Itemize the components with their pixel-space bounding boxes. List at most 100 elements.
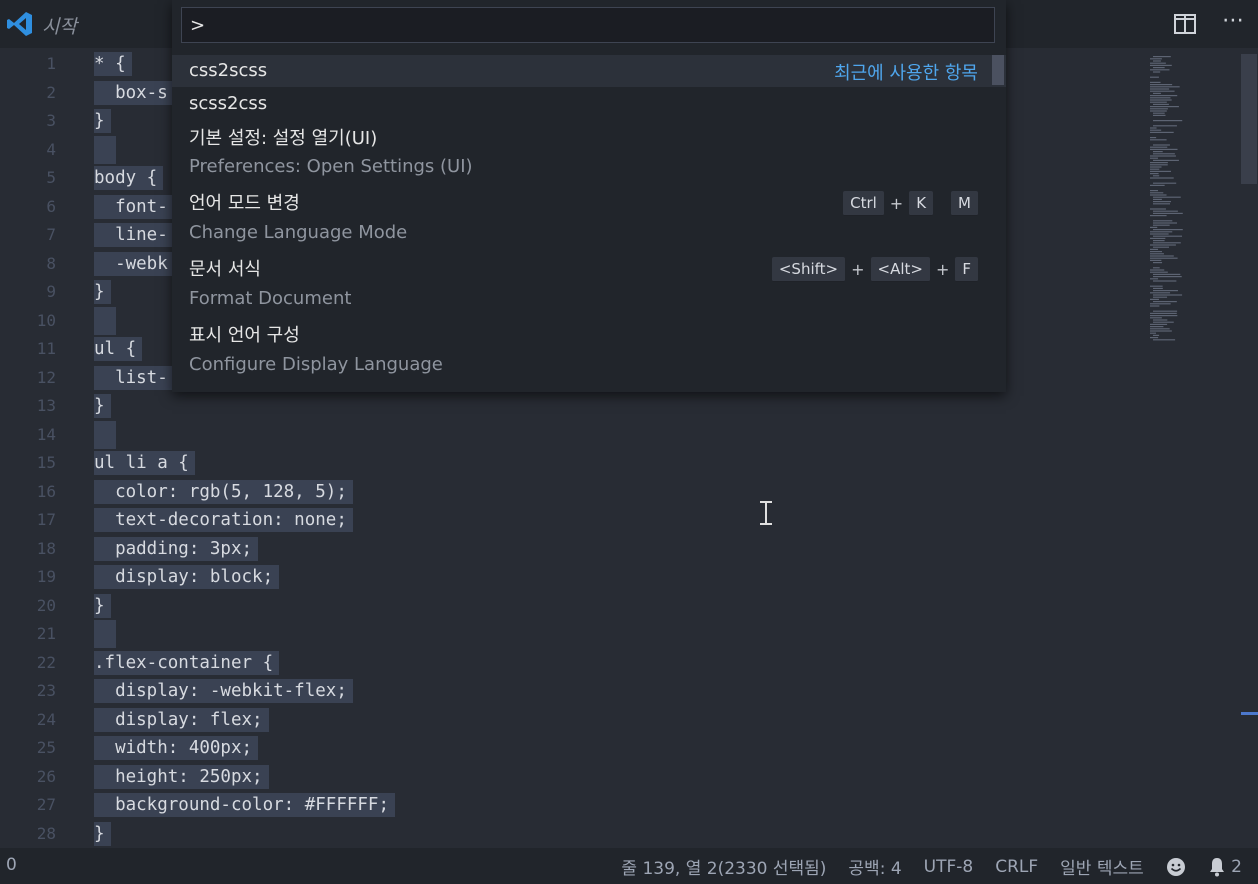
minimap-line bbox=[1150, 332, 1157, 334]
palette-item-open-settings[interactable]: 기본 설정: 설정 열기(UI) Preferences: Open Setti… bbox=[172, 121, 1006, 183]
code-line-text: display: -webkit-flex; bbox=[94, 679, 353, 703]
code-line[interactable]: padding: 3px; bbox=[94, 535, 1134, 564]
minimap-line bbox=[1150, 148, 1178, 150]
minimap-line bbox=[1150, 177, 1174, 179]
minimap-line bbox=[1150, 139, 1167, 141]
code-line[interactable]: display: -webkit-flex; bbox=[94, 677, 1134, 706]
code-line[interactable]: } bbox=[94, 820, 1134, 849]
minimap-line bbox=[1150, 173, 1159, 175]
minimap-line bbox=[1150, 58, 1162, 60]
minimap-line bbox=[1150, 69, 1170, 71]
code-line[interactable]: height: 250px; bbox=[94, 763, 1134, 792]
status-encoding[interactable]: UTF-8 bbox=[924, 857, 974, 877]
minimap-line bbox=[1153, 296, 1168, 298]
palette-item-configure-display-language[interactable]: 표시 언어 구성 Configure Display Language bbox=[172, 318, 1006, 382]
minimap-line bbox=[1153, 240, 1165, 242]
line-number: 20 bbox=[36, 595, 56, 615]
minimap-line bbox=[1153, 242, 1181, 244]
minimap-line bbox=[1153, 224, 1170, 226]
palette-item-format-document[interactable]: 문서 서식 Format Document <Shift> + <Alt> + … bbox=[172, 252, 1006, 316]
key-cap: F bbox=[955, 257, 978, 282]
palette-item-change-language-mode[interactable]: 언어 모드 변경 Change Language Mode Ctrl + K M bbox=[172, 186, 1006, 250]
status-problems-count[interactable]: 0 bbox=[6, 855, 17, 875]
code-line-text: -webk bbox=[94, 251, 174, 276]
minimap-line bbox=[1150, 64, 1172, 66]
code-line[interactable] bbox=[94, 620, 1134, 649]
minimap-line bbox=[1150, 162, 1168, 164]
code-line[interactable]: } bbox=[94, 592, 1134, 621]
minimap-line bbox=[1153, 144, 1170, 146]
split-editor-icon[interactable] bbox=[1174, 14, 1196, 34]
status-cursor-position[interactable]: 줄 139, 열 2(2330 선택됨) bbox=[621, 854, 826, 879]
code-line-text: padding: 3px; bbox=[94, 536, 259, 561]
notification-count: 2 bbox=[1231, 856, 1242, 877]
minimap-line bbox=[1153, 273, 1181, 275]
minimap-line bbox=[1150, 170, 1171, 172]
minimap-line bbox=[1153, 334, 1160, 336]
code-line[interactable]: text-decoration: none; bbox=[94, 506, 1134, 535]
palette-item-label: 기본 설정: 설정 열기(UI) bbox=[189, 128, 378, 149]
minimap-line bbox=[1150, 330, 1172, 332]
command-palette-input[interactable] bbox=[181, 7, 995, 43]
palette-item-label: 문서 서식 bbox=[189, 259, 261, 280]
code-line[interactable]: width: 400px; bbox=[94, 734, 1134, 763]
editor-scrollbar-thumb[interactable] bbox=[1241, 54, 1257, 184]
code-line-text: } bbox=[94, 593, 111, 618]
code-line[interactable]: color: rgb(5, 128, 5); bbox=[94, 478, 1134, 507]
key-cap: <Shift> bbox=[771, 257, 846, 282]
minimap-line bbox=[1153, 220, 1173, 222]
minimap-line bbox=[1150, 315, 1178, 317]
minimap-line bbox=[1150, 253, 1164, 255]
minimap-line bbox=[1153, 56, 1171, 58]
code-line[interactable]: display: flex; bbox=[94, 706, 1134, 735]
line-number-gutter: 1 2 3 4 5 6 7 8 9 10 11 12 13 14 15 16 17 18 19 20 21 22 23 24 2… bbox=[0, 50, 70, 848]
minimap-line bbox=[1153, 71, 1161, 73]
status-eol[interactable]: CRLF bbox=[995, 857, 1038, 877]
code-line[interactable]: .flex-container { bbox=[94, 649, 1134, 678]
code-line[interactable]: background-color: #FFFFFF; bbox=[94, 791, 1134, 820]
palette-scrollbar-thumb[interactable] bbox=[992, 55, 1004, 85]
minimap-line bbox=[1150, 97, 1171, 99]
minimap-line bbox=[1150, 269, 1165, 271]
minimap-line bbox=[1153, 235, 1183, 237]
status-language-mode[interactable]: 일반 텍스트 bbox=[1060, 854, 1144, 879]
more-actions-icon[interactable]: ⋯ bbox=[1222, 8, 1245, 33]
code-line[interactable]: display: block; bbox=[94, 563, 1134, 592]
status-indentation[interactable]: 공백: 4 bbox=[848, 854, 901, 879]
minimap-line bbox=[1153, 175, 1160, 177]
minimap-line bbox=[1150, 257, 1178, 259]
palette-item-label: 표시 언어 구성 bbox=[189, 325, 300, 346]
line-number: 5 bbox=[46, 168, 56, 187]
minimap-line bbox=[1150, 244, 1176, 246]
palette-item-sublabel: Format Document bbox=[189, 288, 352, 309]
feedback-smiley-icon[interactable] bbox=[1166, 857, 1186, 877]
minimap-line bbox=[1153, 267, 1160, 269]
keybinding: <Shift> + <Alt> + F bbox=[771, 257, 978, 282]
minimap-line bbox=[1150, 99, 1172, 101]
editor-tab-title[interactable]: 시작 bbox=[42, 12, 77, 39]
palette-item-scss2css[interactable]: scss2css bbox=[172, 88, 1006, 120]
minimap-line bbox=[1150, 285, 1163, 287]
minimap-line bbox=[1150, 168, 1160, 170]
code-line[interactable]: ul li a { bbox=[94, 449, 1134, 478]
selection-highlight bbox=[94, 306, 116, 335]
line-number: 8 bbox=[46, 253, 56, 273]
minimap-line bbox=[1153, 212, 1183, 214]
status-notifications[interactable]: 2 bbox=[1208, 857, 1242, 877]
minimap-line bbox=[1150, 194, 1167, 196]
minimap-line bbox=[1150, 323, 1168, 325]
line-number: 2 bbox=[46, 82, 56, 102]
recently-used-badge: 최근에 사용한 항목 bbox=[834, 63, 978, 84]
code-line[interactable]: } bbox=[94, 392, 1134, 421]
minimap[interactable] bbox=[1148, 56, 1238, 346]
minimap-line bbox=[1150, 108, 1168, 110]
line-number: 7 bbox=[46, 225, 56, 244]
code-line-text: } bbox=[94, 109, 111, 133]
minimap-line bbox=[1153, 67, 1165, 69]
code-line-text: height: 250px; bbox=[94, 764, 269, 789]
minimap-line bbox=[1150, 86, 1180, 88]
code-line[interactable] bbox=[94, 420, 1134, 450]
minimap-line bbox=[1150, 305, 1160, 307]
minimap-line bbox=[1150, 326, 1164, 328]
palette-item-css2scss[interactable]: css2scss 최근에 사용한 항목 bbox=[172, 55, 1006, 87]
